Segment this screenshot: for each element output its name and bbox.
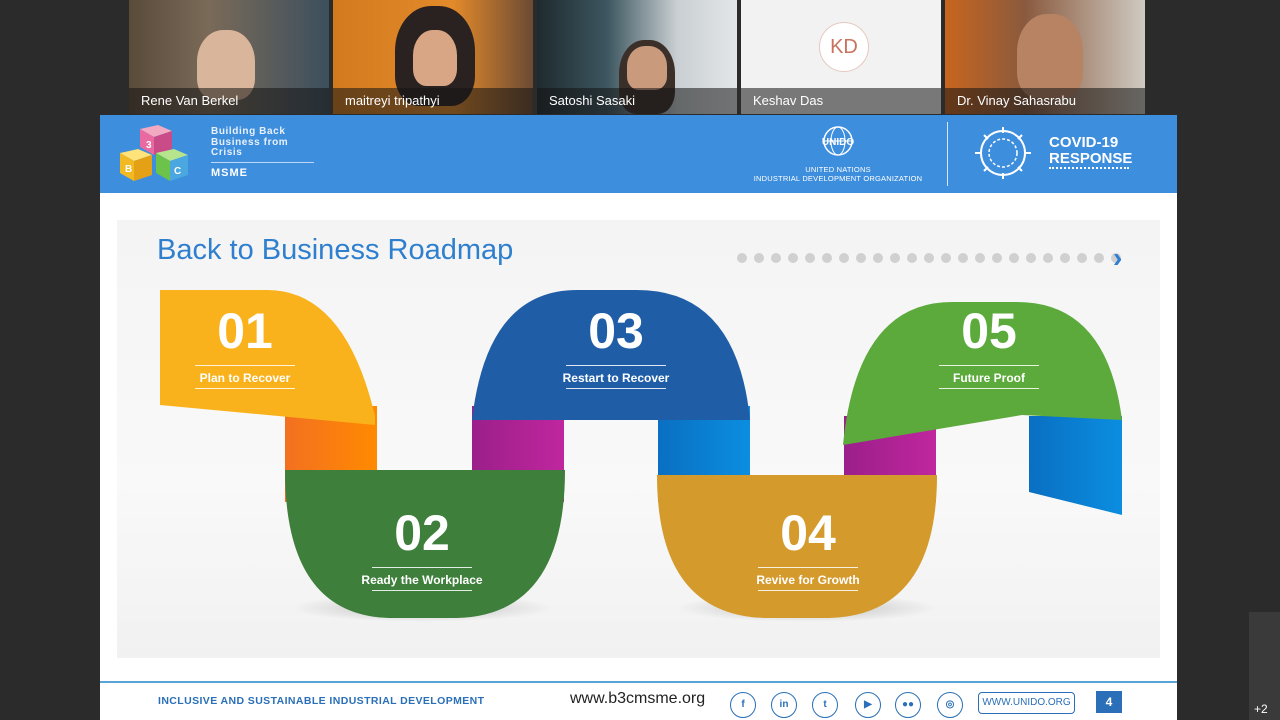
progress-dot[interactable] [839, 253, 849, 263]
shared-slide: 3 B C Building Back Business from Crisis… [100, 115, 1177, 720]
progress-dot[interactable] [805, 253, 815, 263]
progress-dot[interactable] [1060, 253, 1070, 263]
step-divider [195, 388, 295, 389]
youtube-icon[interactable]: ▶ [855, 692, 881, 718]
step-divider [758, 590, 858, 591]
participant-video [1017, 14, 1083, 98]
participant-tile[interactable]: Rene Van Berkel [129, 0, 329, 114]
overflow-count: +2 [1254, 702, 1268, 716]
covid-line: COVID-19 [1049, 134, 1119, 151]
participant-strip: Rene Van Berkel maitreyi tripathyi Satos… [129, 0, 1149, 114]
unido-website-link[interactable]: WWW.UNIDO.ORG [978, 692, 1075, 714]
unido-logo-icon: UNIDO [822, 126, 854, 156]
step-label: Future Proof [953, 371, 1025, 385]
step-label: Plan to Recover [199, 371, 291, 385]
covid-response-label: COVID-19 RESPONSE [1049, 135, 1132, 167]
progress-dot[interactable] [788, 253, 798, 263]
progress-dot[interactable] [1009, 253, 1019, 263]
avatar: KD [819, 22, 869, 72]
unido-name-line: INDUSTRIAL DEVELOPMENT ORGANIZATION [753, 174, 923, 183]
participant-name: maitreyi tripathyi [333, 88, 533, 114]
roadmap-ribbon [160, 290, 1122, 622]
step-number: 04 [780, 505, 836, 561]
brand-subtitle: MSME [211, 167, 248, 179]
header-divider [947, 122, 948, 186]
cube-letter: 3 [146, 140, 152, 151]
slide-content: Back to Business Roadmap › 01 Plan to Re… [117, 220, 1160, 658]
slide-header: 3 B C Building Back Business from Crisis… [100, 115, 1177, 193]
more-participants-button[interactable]: +2 [1249, 612, 1280, 720]
progress-dot[interactable] [1094, 253, 1104, 263]
cube-letter: C [174, 166, 181, 177]
participant-tile[interactable]: KD Keshav Das [741, 0, 941, 114]
step-label: Restart to Recover [562, 371, 670, 385]
slide-title: Back to Business Roadmap [157, 234, 514, 266]
participant-name: Dr. Vinay Sahasrabu [945, 88, 1145, 114]
progress-dot[interactable] [1026, 253, 1036, 263]
flickr-icon[interactable]: ●● [895, 692, 921, 718]
progress-dot[interactable] [1077, 253, 1087, 263]
step-divider [566, 365, 666, 366]
step-number: 03 [588, 303, 644, 359]
chevron-right-icon[interactable]: › [1113, 244, 1122, 272]
progress-dot[interactable] [873, 253, 883, 263]
step-label: Ready the Workplace [361, 573, 483, 587]
facebook-icon[interactable]: f [730, 692, 756, 718]
slide-progress-dots [737, 253, 1121, 263]
progress-dot[interactable] [754, 253, 764, 263]
footer-tagline: INCLUSIVE AND SUSTAINABLE INDUSTRIAL DEV… [158, 695, 485, 707]
globe-icon [975, 127, 1031, 179]
step-divider [758, 567, 858, 568]
twitter-icon[interactable]: t [812, 692, 838, 718]
covid-line: RESPONSE [1049, 150, 1133, 167]
b3c-cube-logo-icon: 3 B C [120, 125, 188, 181]
covid-divider [1049, 167, 1129, 169]
ribbon-fold [1029, 416, 1122, 515]
linkedin-icon[interactable]: in [771, 692, 797, 718]
page-number: 4 [1096, 691, 1122, 713]
step-label: Revive for Growth [756, 573, 860, 587]
progress-dot[interactable] [856, 253, 866, 263]
instagram-icon[interactable]: ◎ [937, 692, 963, 718]
website-link[interactable]: www.b3cmsme.org [570, 690, 705, 708]
step-number: 05 [961, 303, 1017, 359]
cube-letter: B [125, 164, 132, 175]
participant-video [413, 30, 457, 86]
progress-dot[interactable] [958, 253, 968, 263]
step-number: 01 [217, 303, 273, 359]
progress-dot[interactable] [771, 253, 781, 263]
step-divider [372, 567, 472, 568]
unido-name: UNITED NATIONS INDUSTRIAL DEVELOPMENT OR… [746, 165, 930, 183]
slide-footer: INCLUSIVE AND SUSTAINABLE INDUSTRIAL DEV… [100, 681, 1177, 720]
step-divider [939, 388, 1039, 389]
participant-name: Keshav Das [741, 88, 941, 114]
step-divider [566, 388, 666, 389]
progress-dot[interactable] [941, 253, 951, 263]
step-number: 02 [394, 505, 450, 561]
step-divider [939, 365, 1039, 366]
progress-dot[interactable] [907, 253, 917, 263]
participant-video [627, 46, 667, 90]
progress-dot[interactable] [975, 253, 985, 263]
brand-divider [211, 162, 314, 163]
participant-name: Rene Van Berkel [129, 88, 329, 114]
progress-dot[interactable] [822, 253, 832, 263]
progress-dot[interactable] [1043, 253, 1053, 263]
participant-tile[interactable]: Satoshi Sasaki [537, 0, 737, 114]
step-divider [372, 590, 472, 591]
progress-dot[interactable] [924, 253, 934, 263]
step-divider [195, 365, 295, 366]
brand-line: Crisis [211, 147, 243, 158]
unido-logo-text: UNIDO [822, 137, 854, 148]
brand-title: Building Back Business from Crisis [211, 126, 288, 159]
progress-dot[interactable] [992, 253, 1002, 263]
participant-tile[interactable]: maitreyi tripathyi [333, 0, 533, 114]
progress-dot[interactable] [890, 253, 900, 263]
participant-name: Satoshi Sasaki [537, 88, 737, 114]
progress-dot[interactable] [737, 253, 747, 263]
brand-line: Building Back [211, 126, 286, 137]
unido-name-line: UNITED NATIONS [805, 165, 871, 174]
participant-tile[interactable]: Dr. Vinay Sahasrabu [945, 0, 1145, 114]
